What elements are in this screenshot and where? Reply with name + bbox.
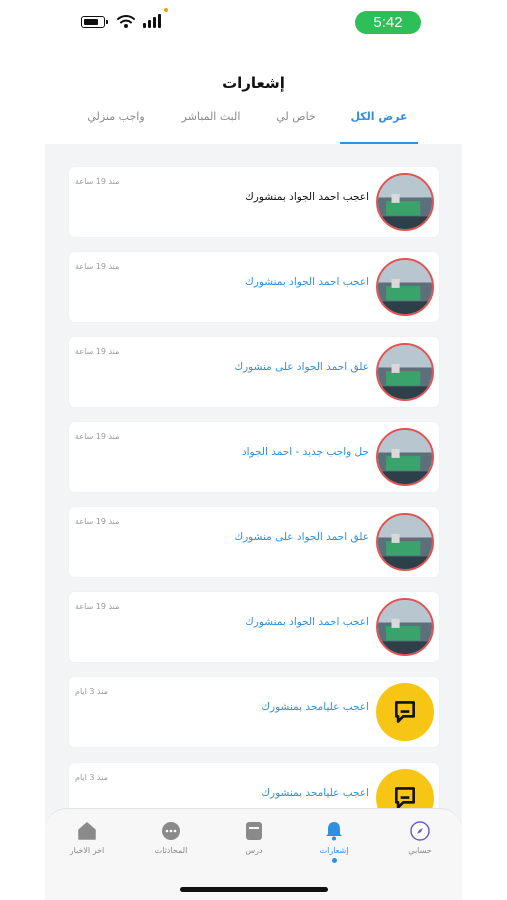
notification-time: منذ 19 ساعة — [75, 347, 120, 356]
avatar — [376, 683, 434, 741]
tab-all[interactable]: عرض الكل — [340, 110, 418, 144]
cellular-signal-icon — [143, 14, 161, 28]
home-icon — [77, 821, 97, 841]
notification-text: اعجب احمد الجواد بمنشورك — [245, 276, 369, 288]
privacy-indicator-icon — [164, 8, 168, 12]
lesson-icon — [244, 821, 264, 841]
notification-time: منذ 3 ايام — [75, 687, 108, 696]
chat-logo-icon — [395, 701, 415, 723]
tab-live[interactable]: البث المباشر — [166, 110, 256, 144]
status-bar: 5:42 — [45, 0, 462, 44]
page-title: إشعارات — [222, 74, 285, 92]
notification-text: حل واجب جديد - احمد الجواد — [241, 446, 369, 458]
notification-card[interactable]: اعجب علیامحد بمنشورك منذ 3 ايام — [69, 677, 439, 747]
notification-time: منذ 19 ساعة — [75, 177, 120, 186]
avatar — [376, 258, 434, 316]
active-indicator — [331, 858, 337, 863]
avatar — [376, 343, 434, 401]
compass-icon — [410, 821, 430, 841]
page-header: إشعارات عرض الكل خاص لي البث المباشر واج… — [45, 44, 462, 144]
filter-tabs: عرض الكل خاص لي البث المباشر واجب منزلي — [45, 110, 462, 144]
notification-time: منذ 19 ساعة — [75, 432, 120, 441]
notification-card[interactable]: علق احمد الجواد على منشورك منذ 19 ساعة — [69, 507, 439, 577]
notification-time: منذ 19 ساعة — [75, 262, 120, 271]
nav-notifications[interactable]: إشعارات — [299, 821, 369, 863]
notification-text: اعجب احمد الجواد بمنشورك — [245, 191, 369, 203]
avatar — [376, 173, 434, 231]
avatar — [376, 598, 434, 656]
notification-card[interactable]: اعجب احمد الجواد بمنشورك منذ 19 ساعة — [69, 592, 439, 662]
bell-icon — [324, 821, 344, 841]
bottom-navigation: حسابي إشعارات درس المحادثات اخر الاخبار — [45, 808, 462, 900]
notification-time: منذ 19 ساعة — [75, 517, 120, 526]
notification-time: منذ 3 ايام — [75, 773, 108, 782]
notification-text: علق احمد الجواد على منشورك — [234, 361, 369, 373]
nav-chats[interactable]: المحادثات — [136, 821, 206, 855]
notification-text: علق احمد الجواد على منشورك — [234, 531, 369, 543]
nav-news[interactable]: اخر الاخبار — [52, 821, 122, 855]
avatar — [376, 428, 434, 486]
battery-icon — [81, 16, 108, 28]
chat-icon — [161, 821, 181, 841]
notification-text: اعجب علیامحد بمنشورك — [261, 787, 369, 799]
notification-card[interactable]: علق احمد الجواد على منشورك منذ 19 ساعة — [69, 337, 439, 407]
tab-private[interactable]: خاص لي — [266, 110, 326, 144]
notification-card[interactable]: حل واجب جديد - احمد الجواد منذ 19 ساعة — [69, 422, 439, 492]
nav-lesson[interactable]: درس — [219, 821, 289, 855]
home-indicator[interactable] — [180, 887, 328, 892]
avatar — [376, 513, 434, 571]
notification-text: اعجب احمد الجواد بمنشورك — [245, 616, 369, 628]
notification-text: اعجب علیامحد بمنشورك — [261, 701, 369, 713]
wifi-icon — [117, 15, 135, 28]
notifications-screen: 5:42 إشعارات عرض الكل خاص لي البث المباش… — [45, 0, 462, 900]
notification-card[interactable]: اعجب احمد الجواد بمنشورك منذ 19 ساعة — [69, 252, 439, 322]
tab-homework[interactable]: واجب منزلي — [76, 110, 156, 144]
notification-card[interactable]: اعجب احمد الجواد بمنشورك منذ 19 ساعة — [69, 167, 439, 237]
status-time[interactable]: 5:42 — [355, 11, 421, 34]
notification-time: منذ 19 ساعة — [75, 602, 120, 611]
nav-account[interactable]: حسابي — [385, 821, 455, 855]
